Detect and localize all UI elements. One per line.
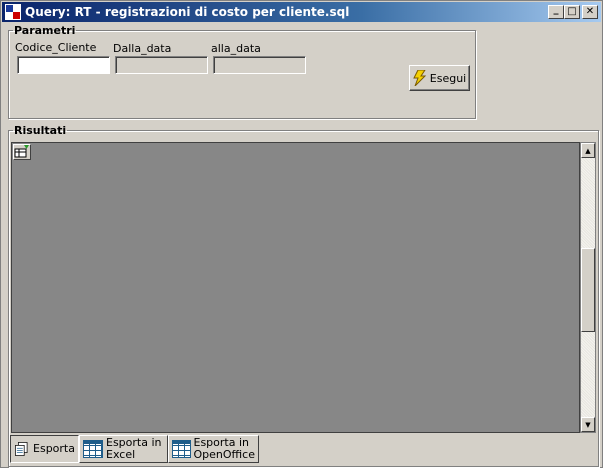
lightning-icon bbox=[412, 70, 426, 86]
esegui-label: Esegui bbox=[429, 71, 467, 85]
export-icon bbox=[15, 442, 28, 456]
minimize-icon: _ bbox=[553, 4, 559, 15]
export-openoffice-button[interactable]: Esporta in OpenOffice bbox=[168, 435, 259, 463]
codice-cliente-field[interactable] bbox=[17, 56, 110, 74]
window-title: Query: RT - registrazioni di costo per c… bbox=[25, 5, 350, 19]
dalla-data-label: Dalla_data bbox=[113, 42, 172, 55]
minimize-button[interactable]: _ bbox=[548, 5, 564, 19]
app-icon bbox=[5, 4, 21, 20]
maximize-icon: □ bbox=[567, 6, 577, 17]
parameters-legend: Parametri bbox=[14, 24, 76, 37]
results-legend: Risultati bbox=[14, 124, 67, 137]
esegui-button[interactable]: Esegui bbox=[409, 65, 470, 91]
alla-data-label: alla_data bbox=[211, 42, 261, 55]
results-grid[interactable] bbox=[11, 142, 580, 433]
export-excel-label: Esporta in Excel bbox=[106, 436, 162, 461]
query-window: Query: RT - registrazioni di costo per c… bbox=[0, 0, 603, 468]
title-bar[interactable]: Query: RT - registrazioni di costo per c… bbox=[2, 2, 601, 22]
export-label: Esporta bbox=[33, 442, 75, 455]
spreadsheet-icon bbox=[172, 440, 191, 458]
spreadsheet-icon bbox=[83, 440, 103, 458]
grid-filter-glyph bbox=[14, 145, 29, 158]
close-button[interactable]: ✕ bbox=[582, 5, 598, 19]
export-toolbar: Esporta Esporta in Excel Esporta in Open… bbox=[10, 435, 259, 464]
scroll-thumb[interactable] bbox=[581, 248, 595, 332]
export-excel-button[interactable]: Esporta in Excel bbox=[79, 435, 168, 463]
close-icon: ✕ bbox=[585, 6, 595, 17]
maximize-button[interactable]: □ bbox=[564, 5, 580, 19]
grid-filter-icon[interactable] bbox=[13, 144, 31, 160]
alla-data-field[interactable] bbox=[213, 56, 306, 74]
dalla-data-field[interactable] bbox=[115, 56, 208, 74]
export-button[interactable]: Esporta bbox=[10, 435, 79, 463]
scroll-up-arrow-icon[interactable]: ▲ bbox=[581, 143, 595, 158]
codice-cliente-label: Codice_Cliente bbox=[15, 41, 97, 54]
results-vertical-scrollbar[interactable]: ▲ ▼ bbox=[580, 142, 596, 433]
export-openoffice-label: Esporta in OpenOffice bbox=[193, 436, 256, 461]
scroll-down-arrow-icon[interactable]: ▼ bbox=[581, 417, 595, 432]
